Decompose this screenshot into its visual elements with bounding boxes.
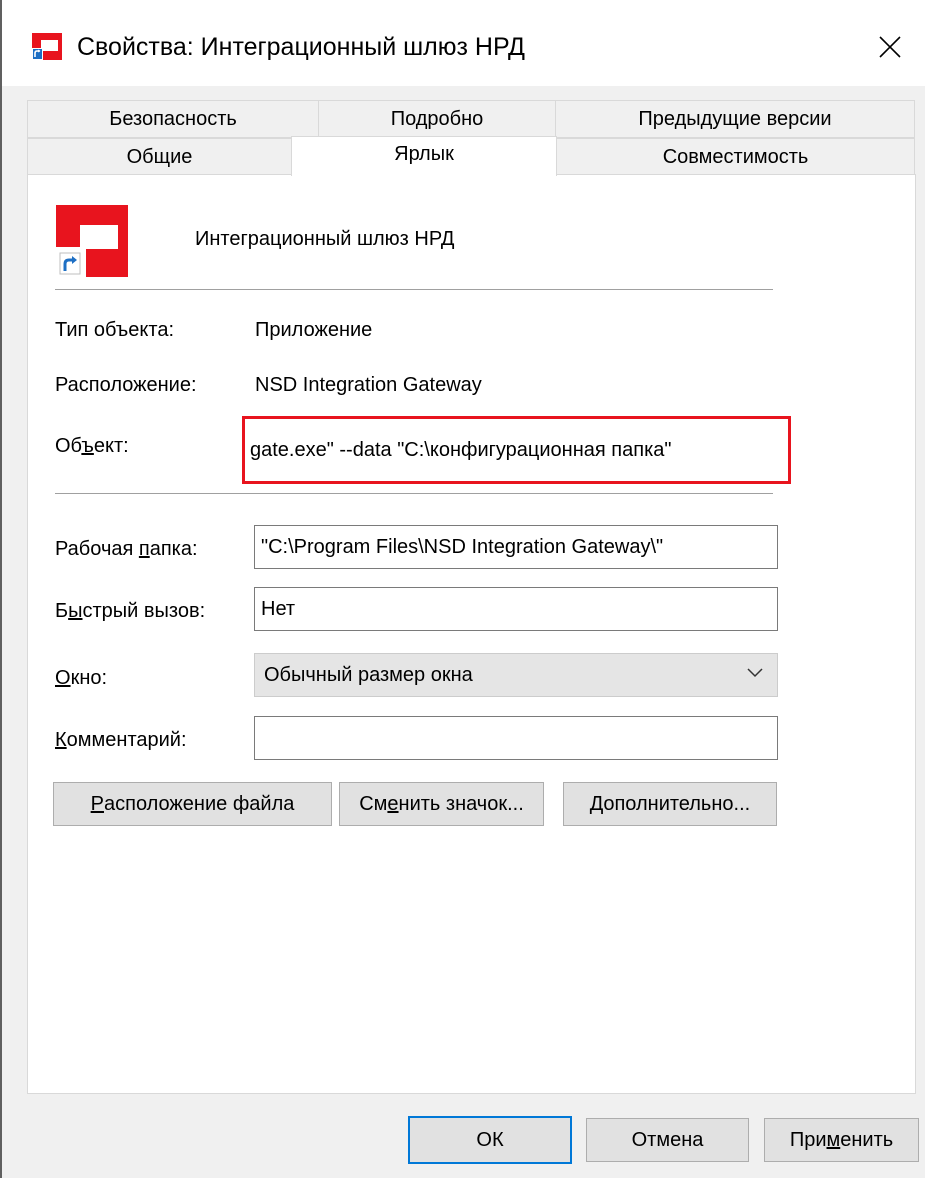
target-input[interactable]: gate.exe" --data "C:\конфигурационная па…	[250, 439, 671, 461]
start-in-label: Рабочая папка:	[55, 538, 198, 560]
target-field-highlight[interactable]: gate.exe" --data "C:\конфигурационная па…	[242, 416, 791, 484]
tab-details[interactable]: Подробно	[318, 100, 556, 138]
tab-security[interactable]: Безопасность	[27, 100, 319, 138]
nsd-gateway-icon	[56, 205, 128, 277]
target-label: Объект:	[55, 435, 129, 457]
ok-button[interactable]: ОК	[408, 1116, 572, 1164]
run-select[interactable]: Обычный размер окна	[254, 653, 778, 697]
comment-label: Комментарий:	[55, 729, 187, 751]
shortcut-app-icon	[32, 33, 62, 60]
open-file-location-button[interactable]: Расположение файла	[53, 782, 332, 826]
tab-compatibility[interactable]: Совместимость	[556, 138, 915, 176]
cancel-button[interactable]: Отмена	[586, 1118, 749, 1162]
location-value: NSD Integration Gateway	[255, 374, 482, 396]
comment-input[interactable]	[254, 716, 778, 760]
start-in-input[interactable]: "C:\Program Files\NSD Integration Gatewa…	[254, 525, 778, 569]
run-label: Окно:	[55, 667, 108, 689]
tab-previous-versions[interactable]: Предыдущие версии	[555, 100, 915, 138]
run-select-value: Обычный размер окна	[264, 664, 473, 686]
object-type-label: Тип объекта:	[55, 319, 175, 341]
window-title: Свойства: Интеграционный шлюз НРД	[77, 33, 525, 61]
separator	[55, 493, 773, 494]
tab-general[interactable]: Общие	[27, 138, 292, 176]
close-button[interactable]	[855, 16, 925, 78]
location-label: Расположение:	[55, 374, 197, 396]
shortcut-tab-panel: Интеграционный шлюз НРД Тип объекта: При…	[27, 174, 916, 1094]
hotkey-label: Быстрый вызов:	[55, 600, 206, 622]
apply-button[interactable]: При м енить	[764, 1118, 919, 1162]
title-bar[interactable]: Свойства: Интеграционный шлюз НРД	[2, 0, 925, 86]
advanced-button[interactable]: Дополнительно...	[563, 782, 777, 826]
hotkey-input[interactable]: Нет	[254, 587, 778, 631]
shortcut-name: Интеграционный шлюз НРД	[195, 228, 455, 250]
close-icon	[879, 36, 901, 58]
tab-shortcut[interactable]: Ярлык	[291, 136, 557, 176]
change-icon-button[interactable]: См е нить значок...	[339, 782, 544, 826]
separator	[55, 289, 773, 290]
chevron-down-icon	[747, 668, 763, 678]
properties-dialog: Свойства: Интеграционный шлюз НРД Безопа…	[0, 0, 925, 1178]
object-type-value: Приложение	[255, 319, 373, 341]
